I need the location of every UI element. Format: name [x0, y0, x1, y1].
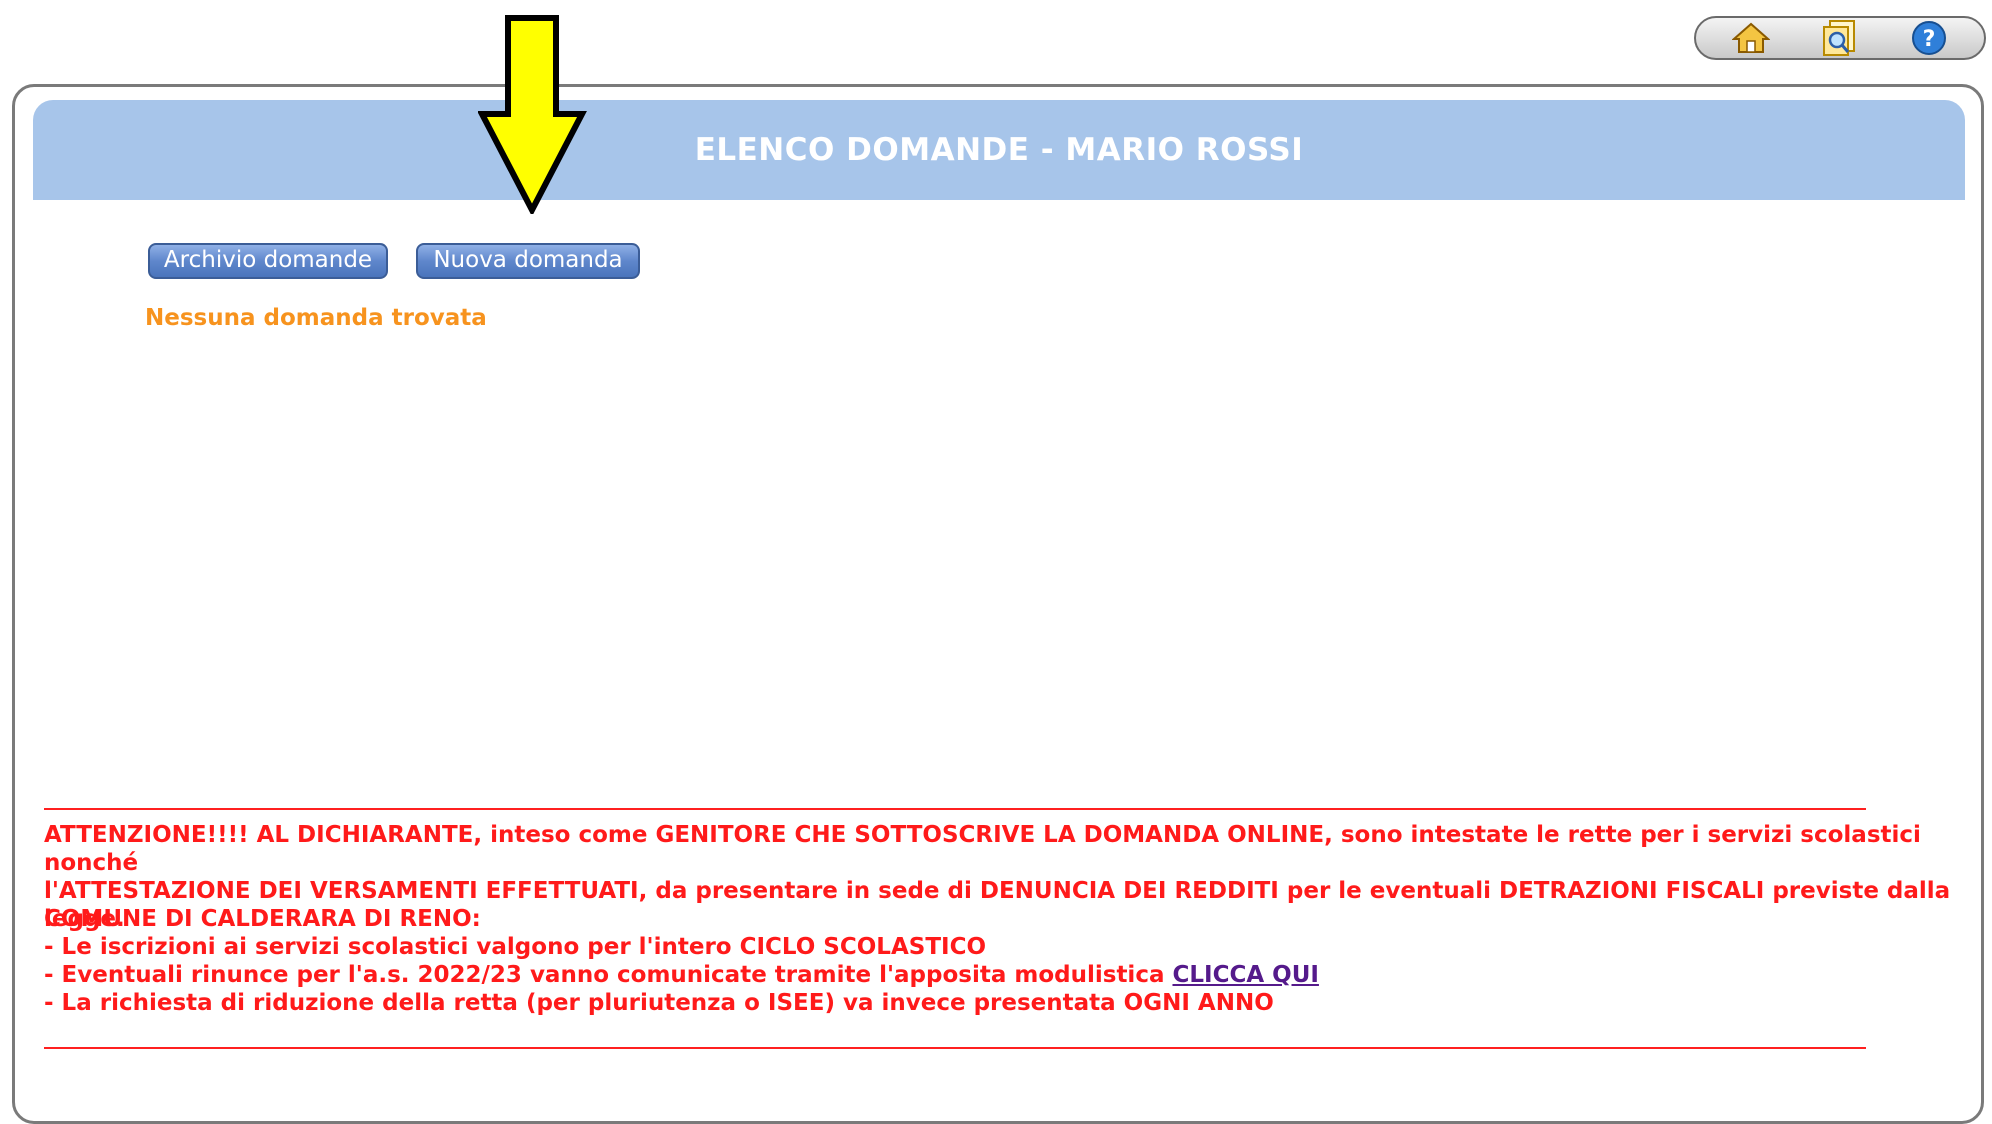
comune-heading: COMUNE DI CALDERARA DI RENO: [44, 906, 481, 932]
search-document-button[interactable] [1816, 18, 1864, 58]
notice-item: - La richiesta di riduzione della retta … [44, 990, 1274, 1016]
bottom-divider [44, 1047, 1866, 1049]
home-button[interactable] [1727, 18, 1775, 58]
notice-comune: COMUNE DI CALDERARA DI RENO: - Le iscriz… [44, 905, 1974, 1017]
search-document-icon [1822, 20, 1855, 56]
notice-item: - Le iscrizioni ai servizi scolastici va… [44, 934, 987, 960]
notice-line: ATTENZIONE!!!! AL DICHIARANTE, inteso co… [44, 822, 1921, 876]
panel-header: ELENCO DOMANDE - MARIO ROSSI [33, 100, 1965, 200]
empty-message: Nessuna domanda trovata [145, 305, 487, 331]
svg-text:?: ? [1923, 27, 1936, 52]
annotation-arrow [478, 15, 587, 214]
top-toolbar: ? [1694, 16, 1986, 60]
top-divider [44, 808, 1866, 810]
notice-item-text: - Eventuali rinunce per l'a.s. 2022/23 v… [44, 962, 1173, 988]
archivio-domande-button[interactable]: Archivio domande [148, 243, 388, 279]
help-icon: ? [1912, 21, 1947, 55]
home-icon [1731, 22, 1770, 53]
clicca-qui-link[interactable]: CLICCA QUI [1172, 962, 1318, 988]
main-panel: ELENCO DOMANDE - MARIO ROSSI Archivio do… [12, 84, 1984, 1124]
nuova-domanda-button[interactable]: Nuova domanda [416, 243, 640, 279]
page-title: ELENCO DOMANDE - MARIO ROSSI [694, 132, 1304, 168]
notice-item: - Eventuali rinunce per l'a.s. 2022/23 v… [44, 961, 1974, 989]
help-button[interactable]: ? [1905, 18, 1953, 58]
